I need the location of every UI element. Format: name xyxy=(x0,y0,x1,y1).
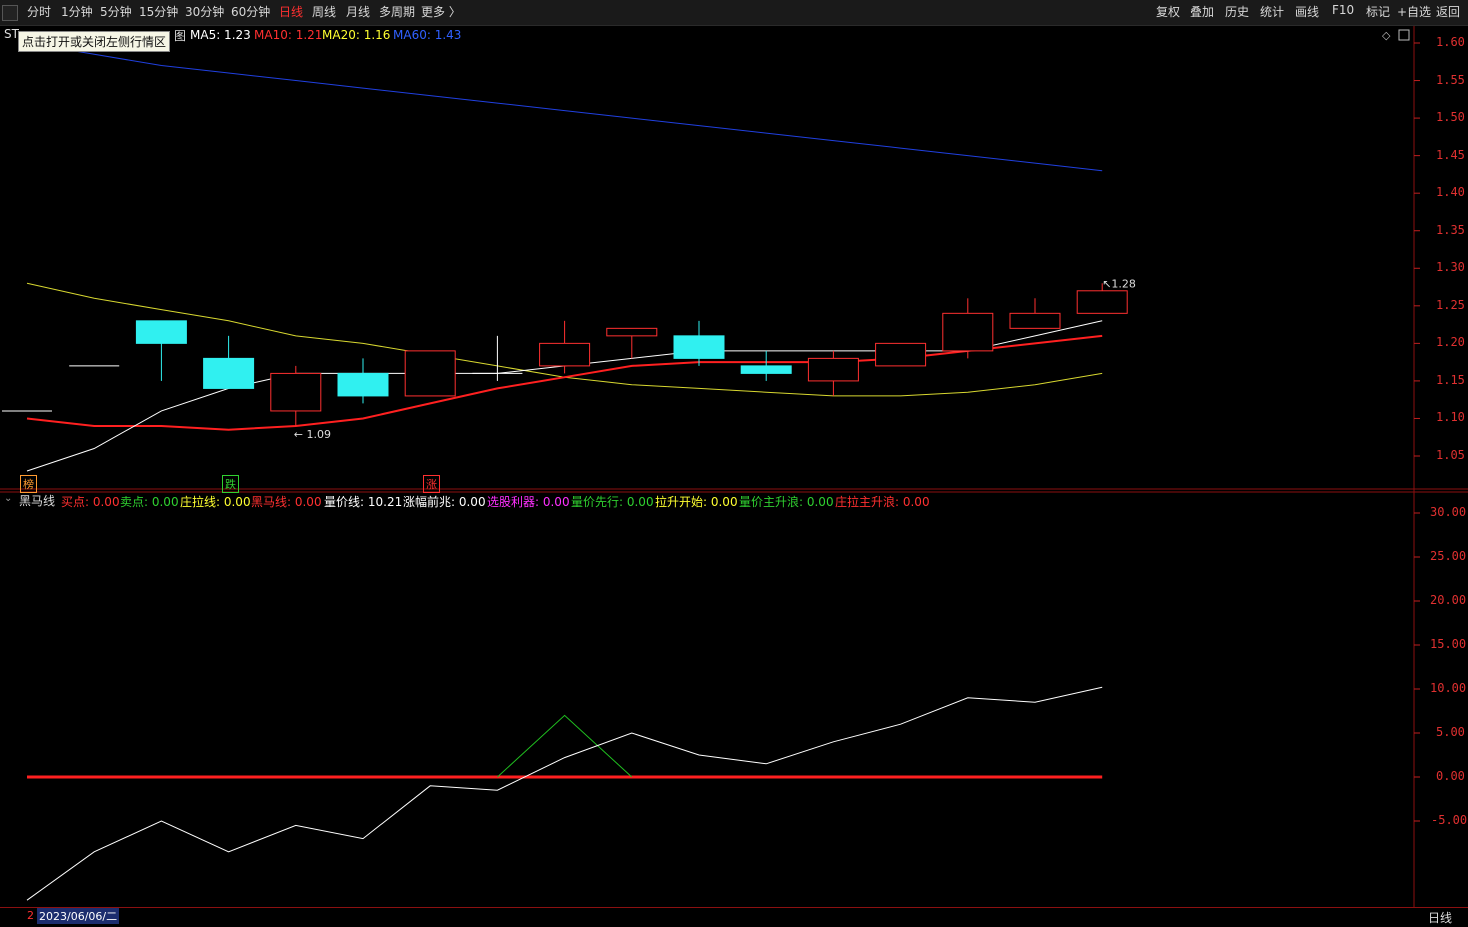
indicator-value-0: 买点: 0.00 xyxy=(61,495,120,509)
candle xyxy=(404,350,456,397)
price-grid xyxy=(1414,42,1420,457)
candle-body xyxy=(606,327,658,337)
indicator-value-6: 选股利器: 0.00 xyxy=(487,495,570,509)
candle xyxy=(673,320,725,366)
price-tick-label: 1.25 xyxy=(1436,297,1465,312)
candle-body xyxy=(203,357,255,389)
chart-title-suffix: 图 xyxy=(174,29,187,43)
period-label[interactable]: 日线 xyxy=(1428,909,1452,926)
candle-body xyxy=(270,372,322,412)
candle xyxy=(1009,298,1061,329)
price-tick-label: 1.40 xyxy=(1436,185,1465,200)
candle xyxy=(539,320,591,374)
indicator-value-2: 庄拉线: 0.00 xyxy=(180,495,251,509)
window-icon[interactable] xyxy=(1398,29,1410,41)
volume-price-line xyxy=(26,686,1103,901)
candle-body xyxy=(1009,312,1061,329)
candle-body xyxy=(942,312,994,352)
diamond-icon[interactable]: ◇ xyxy=(1382,29,1391,42)
low-price-label: ← 1.09 xyxy=(294,428,331,441)
left-panel-tooltip: 点击打开或关闭左侧行情区 xyxy=(18,31,171,52)
cursor-date: 2023/06/06/二 xyxy=(37,908,120,924)
sell-point-line xyxy=(497,714,633,778)
indicator-tick-label: 0.00 xyxy=(1436,769,1465,783)
price-tick-label: 1.05 xyxy=(1436,448,1465,462)
indicator-value-1: 卖点: 0.00 xyxy=(120,495,179,509)
ma-value-1: MA10: 1.21 xyxy=(254,28,323,42)
candle-body xyxy=(539,342,591,367)
price-tick-label: 1.55 xyxy=(1436,72,1465,87)
signal-marker-1: 跌 xyxy=(222,475,239,493)
candle-body xyxy=(404,350,456,397)
price-tick-label: 1.10 xyxy=(1436,410,1465,425)
candle-body xyxy=(875,342,927,367)
ma-value-3: MA60: 1.43 xyxy=(393,28,462,42)
date-marker-icon: 2 xyxy=(27,909,34,922)
candle xyxy=(740,350,792,381)
ma-value-2: MA20: 1.16 xyxy=(322,28,391,42)
price-tick-label: 1.20 xyxy=(1436,335,1465,350)
candle xyxy=(875,342,927,367)
price-tick-label: 1.45 xyxy=(1436,147,1465,162)
signal-marker-0: 榜 xyxy=(20,475,37,493)
price-tick-label: 1.15 xyxy=(1436,372,1465,387)
candle xyxy=(942,298,994,359)
candles: ↖1.28 ← 1.09 xyxy=(2,277,1136,441)
indicator-tick-label: 15.00 xyxy=(1430,637,1467,651)
indicator-tick-label: 25.00 xyxy=(1430,549,1467,563)
stock-title-fragment: ST xyxy=(4,27,19,41)
indicator-value-3: 黑马线: 0.00 xyxy=(251,495,322,509)
candle-body xyxy=(135,320,187,344)
price-tick-label: 1.35 xyxy=(1436,222,1465,237)
indicator-value-9: 量价主升浪: 0.00 xyxy=(739,495,834,509)
candle-body xyxy=(807,357,859,382)
indicator-value-8: 拉升开始: 0.00 xyxy=(655,495,738,509)
ma-lines xyxy=(26,42,1103,472)
candle xyxy=(472,335,523,381)
collapse-icon[interactable]: ⌄ xyxy=(4,493,12,504)
indicator-tick-label: -5.00 xyxy=(1431,813,1468,827)
indicator-value-7: 量价先行: 0.00 xyxy=(571,495,654,509)
candle-body xyxy=(673,335,725,359)
indicator-value-5: 涨幅前兆: 0.00 xyxy=(403,495,486,509)
signal-marker-2: 涨 xyxy=(423,475,440,493)
ma60-line xyxy=(26,42,1103,172)
indicator-tick-label: 5.00 xyxy=(1436,725,1465,739)
candle-body xyxy=(337,372,389,397)
candle-body xyxy=(740,365,792,374)
indicator-value-4: 量价线: 10.21 xyxy=(324,495,403,509)
candle-body xyxy=(1076,290,1128,314)
indicator-value-10: 庄拉主升浪: 0.00 xyxy=(835,495,930,509)
candle xyxy=(203,335,255,389)
candle xyxy=(606,327,658,359)
indicator-tick-label: 30.00 xyxy=(1430,505,1467,519)
price-tick-label: 1.30 xyxy=(1436,260,1465,275)
price-tick-label: 1.60 xyxy=(1436,35,1465,49)
kline-chart[interactable]: ↖1.28 ← 1.09 ◇ xyxy=(0,0,1468,926)
bottom-bar xyxy=(0,907,1468,927)
ma-value-0: MA5: 1.23 xyxy=(190,28,251,42)
indicator-tick-label: 20.00 xyxy=(1430,593,1467,607)
high-price-label: ↖1.28 xyxy=(1102,277,1136,290)
candle xyxy=(807,350,859,396)
price-tick-label: 1.50 xyxy=(1436,110,1465,125)
candle xyxy=(337,358,389,404)
indicator-lines xyxy=(26,686,1103,901)
candle xyxy=(270,365,322,426)
candle xyxy=(135,320,187,381)
indicator-grid xyxy=(1414,512,1420,822)
indicator-tick-label: 10.00 xyxy=(1430,681,1467,695)
indicator-name[interactable]: 黑马线 xyxy=(19,492,55,509)
